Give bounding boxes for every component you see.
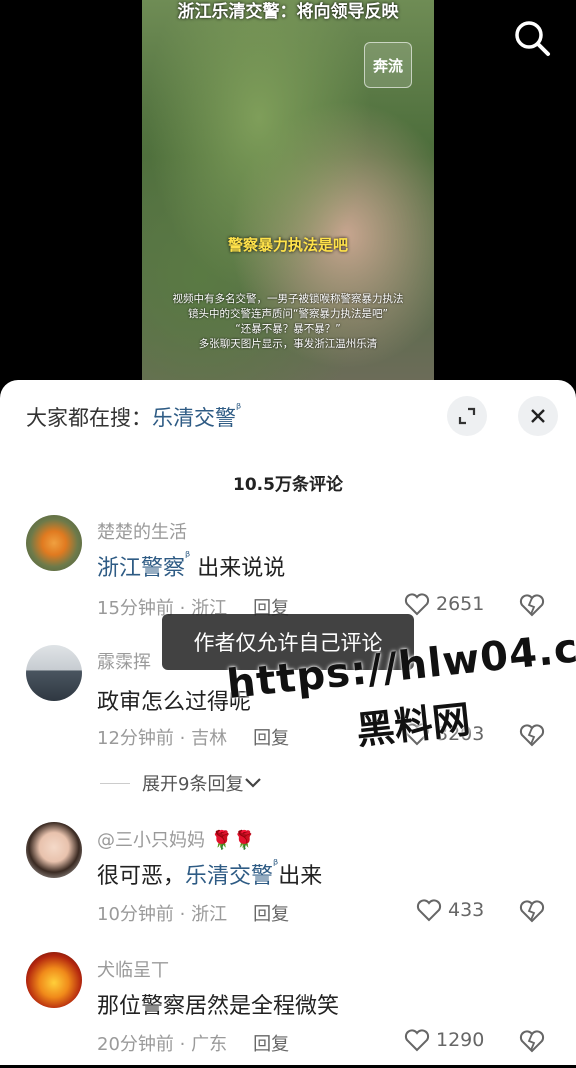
avatar[interactable]	[26, 515, 82, 571]
comment-text-rest: 出来	[278, 864, 323, 889]
avatar[interactable]	[26, 645, 82, 701]
comment-meta: 10分钟前 · 浙江 回复	[97, 904, 290, 925]
dislike-icon	[519, 1030, 545, 1053]
comment-text: 那位警察居然是全程微笑	[97, 994, 340, 1019]
trending-search[interactable]: 大家都在搜：乐清交警ᵝ	[26, 402, 241, 432]
divider	[100, 782, 130, 784]
comment-author[interactable]: @三小只妈妈 🌹🌹	[97, 826, 256, 852]
trending-keyword[interactable]: 乐清交警	[152, 406, 236, 430]
search-icon	[515, 21, 550, 56]
dislike-button[interactable]	[519, 723, 545, 751]
close-button[interactable]	[518, 396, 558, 436]
logo-text: 奔流	[372, 56, 403, 75]
channel-logo: 奔流	[364, 42, 412, 88]
comment-author[interactable]: 霡霂挥	[97, 648, 151, 674]
comment-text-rest: 出来说说	[190, 556, 286, 581]
comment-meta: 12分钟前 · 吉林 回复	[97, 728, 290, 749]
dislike-button[interactable]	[519, 1029, 545, 1057]
comment-count: 10.5万条评论	[233, 475, 343, 495]
comment-text: 很可恶，乐清交警ᵝ出来	[97, 858, 322, 890]
expand-replies-button[interactable]: 展开9条回复	[100, 770, 263, 796]
comment-item: 楚楚的生活 浙江警察ᵝ 出来说说 15分钟前 · 浙江 回复 2651	[0, 510, 576, 630]
comment-author[interactable]: 犬临呈丅	[97, 956, 169, 982]
video-caption: 视频中有多名交警，一男子被锁喉称警察暴力执法 镜头中的交警连声质问“警察暴力执法…	[160, 292, 416, 352]
rose-icon: 🌹🌹	[210, 830, 256, 851]
dislike-button[interactable]	[519, 899, 545, 927]
comment-location: 广东	[191, 1034, 228, 1055]
comment-time: 20分钟前	[97, 1034, 174, 1055]
like-count: 433	[448, 899, 485, 921]
comment-time: 10分钟前	[97, 904, 174, 925]
comment-author-name: @三小只妈妈	[97, 830, 205, 851]
video-caption-highlight: 警察暴力执法是吧	[227, 236, 348, 254]
caption-line: 多张聊天图片显示，事发浙江温州乐清	[198, 338, 378, 350]
avatar[interactable]	[26, 952, 82, 1008]
heart-icon	[416, 899, 442, 922]
expand-replies-label: 展开9条回复	[142, 774, 244, 795]
like-button[interactable]: 1290	[404, 1028, 484, 1052]
heart-icon	[404, 1029, 430, 1052]
reply-button[interactable]: 回复	[253, 728, 289, 749]
like-count: 1290	[436, 1029, 485, 1051]
video-player[interactable]: 浙江乐清交警：将向领导反映 奔流 警察暴力执法是吧 视频中有多名交警，一男子被锁…	[0, 0, 576, 400]
reply-button[interactable]: 回复	[253, 904, 289, 925]
comment-meta: 20分钟前 · 广东 回复	[97, 1034, 290, 1055]
trending-prefix: 大家都在搜：	[26, 406, 152, 430]
comment-keyword[interactable]: 乐清交警	[185, 864, 273, 889]
comment-location: 浙江	[191, 904, 228, 925]
dislike-button[interactable]	[519, 593, 545, 621]
comment-time: 12分钟前	[97, 728, 174, 749]
reply-button[interactable]: 回复	[253, 1034, 289, 1055]
comment-keyword[interactable]: 浙江警察	[97, 556, 185, 581]
comment-text: 浙江警察ᵝ 出来说说	[97, 550, 285, 582]
chevron-down-icon	[245, 778, 262, 788]
avatar[interactable]	[26, 822, 82, 878]
like-button[interactable]: 2651	[404, 592, 484, 616]
comment-location: 吉林	[191, 728, 228, 749]
dislike-icon	[519, 900, 545, 923]
comment-item: 犬临呈丅 那位警察居然是全程微笑 20分钟前 · 广东 回复 1290	[0, 948, 576, 1068]
expand-button[interactable]	[447, 396, 487, 436]
video-title: 浙江乐清交警：将向领导反映	[177, 2, 399, 22]
dislike-icon	[519, 724, 545, 747]
caption-line: 视频中有多名交警，一男子被锁喉称警察暴力执法	[172, 293, 404, 305]
comment-author[interactable]: 楚楚的生活	[97, 518, 187, 544]
comment-sheet: 大家都在搜：乐清交警ᵝ 10.5万条评论 楚楚的生活 浙江警察ᵝ 出来说说 15…	[0, 380, 576, 1065]
comment-item: @三小只妈妈 🌹🌹 很可恶，乐清交警ᵝ出来 10分钟前 · 浙江 回复 433	[0, 818, 576, 938]
expand-icon	[458, 407, 476, 425]
caption-line: 镜头中的交警连声质问“警察暴力执法是吧”	[188, 308, 388, 320]
caption-line: “还暴不暴？暴不暴？”	[235, 323, 341, 335]
like-button[interactable]: 433	[416, 898, 484, 922]
search-button[interactable]	[510, 16, 554, 60]
comment-text-pre: 很可恶，	[97, 864, 186, 889]
dislike-icon	[519, 594, 545, 617]
heart-icon	[404, 593, 430, 616]
like-count: 2651	[436, 593, 485, 615]
close-icon	[531, 409, 545, 423]
search-icon: ᵝ	[236, 402, 242, 417]
